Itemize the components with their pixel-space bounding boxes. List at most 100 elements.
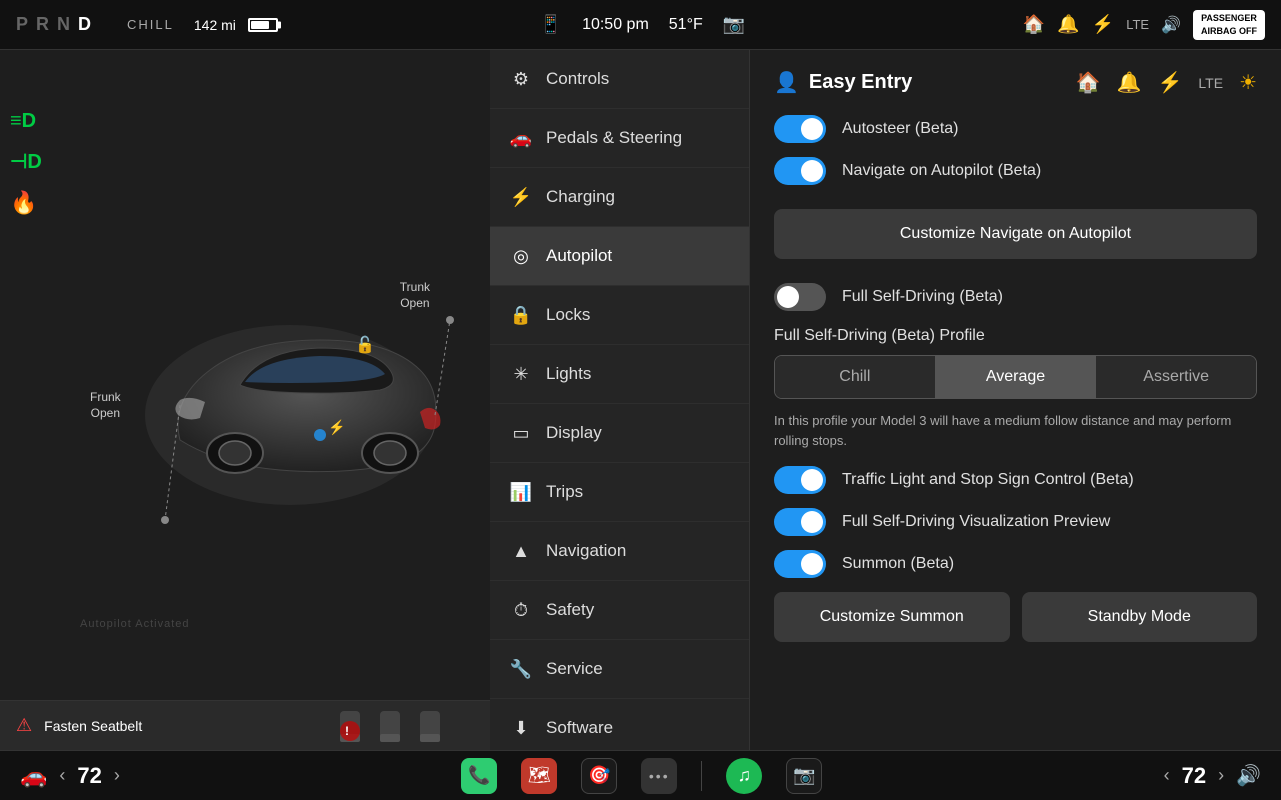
right-panel: 👤 Easy Entry 🏠 🔔 ⚡ LTE ☀ Autosteer (Beta… — [750, 50, 1281, 750]
bottom-divider — [701, 761, 702, 791]
signal-panel-icon: LTE — [1198, 75, 1223, 91]
profile-chill-button[interactable]: Chill — [775, 356, 936, 398]
screen-icon[interactable]: 📱 — [540, 14, 562, 35]
top-bar-center: 📱 10:50 pm 51°F 📷 — [278, 14, 1007, 35]
navigate-autopilot-row: Navigate on Autopilot (Beta) — [774, 157, 1257, 185]
menu-item-display[interactable]: ▭ Display — [490, 404, 749, 463]
menu-item-lights[interactable]: ✳ Lights — [490, 345, 749, 404]
menu-item-autopilot[interactable]: ◎ Autopilot — [490, 227, 749, 286]
locks-label: Locks — [546, 305, 590, 325]
left-panel: ≡D ⊣D 🔥 Frunk Open Trunk Open — [0, 50, 490, 750]
profile-assertive-button[interactable]: Assertive — [1096, 356, 1256, 398]
top-bar-right: 🏠 🔔 ⚡ LTE 🔊 PASSENGER AIRBAG OFF — [1007, 10, 1281, 40]
summon-toggle[interactable] — [774, 550, 826, 578]
autopilot-icon: ◎ — [510, 245, 532, 267]
traffic-light-label: Traffic Light and Stop Sign Control (Bet… — [842, 471, 1134, 489]
menu-item-service[interactable]: 🔧 Service — [490, 640, 749, 699]
menu-item-navigation[interactable]: ▲ Navigation — [490, 522, 749, 581]
gear-r[interactable]: R — [36, 14, 49, 35]
traffic-light-toggle[interactable] — [774, 466, 826, 494]
navigation-icon: ▲ — [510, 540, 532, 562]
bottom-buttons: Customize Summon Standby Mode — [774, 592, 1257, 642]
trips-icon: 📊 — [510, 481, 532, 503]
trunk-label: Trunk Open — [400, 280, 430, 311]
home-panel-icon[interactable]: 🏠 — [1076, 70, 1101, 95]
display-icon: ▭ — [510, 422, 532, 444]
fsd-profile-buttons: Chill Average Assertive — [774, 355, 1257, 399]
standby-mode-button[interactable]: Standby Mode — [1022, 592, 1258, 642]
display-label: Display — [546, 423, 602, 443]
bottom-right-section: ‹ 72 › 🔊 — [1164, 763, 1261, 789]
customize-navigate-button[interactable]: Customize Navigate on Autopilot — [774, 209, 1257, 259]
app-phone[interactable]: 📞 — [461, 758, 497, 794]
fsd-viz-toggle[interactable] — [774, 508, 826, 536]
right-panel-title: 👤 Easy Entry — [774, 70, 912, 95]
left-temp: 72 — [77, 763, 101, 789]
app-spotify[interactable]: ♫ — [726, 758, 762, 794]
fsd-toggle[interactable] — [774, 283, 826, 311]
menu-item-charging[interactable]: ⚡ Charging — [490, 168, 749, 227]
navigation-label: Navigation — [546, 541, 626, 561]
car-bottom-icon[interactable]: 🚗 — [20, 763, 47, 789]
bell-panel-icon[interactable]: 🔔 — [1117, 70, 1142, 95]
volume-icon[interactable]: 🔊 — [1161, 15, 1181, 35]
gear-n[interactable]: N — [57, 14, 70, 35]
volume-bottom-icon[interactable]: 🔊 — [1236, 763, 1261, 788]
profile-average-button[interactable]: Average — [936, 356, 1097, 398]
app-maps[interactable]: 🗺 — [521, 758, 557, 794]
home-icon[interactable]: 🏠 — [1023, 14, 1045, 35]
navigate-autopilot-label: Navigate on Autopilot (Beta) — [842, 162, 1041, 180]
trips-label: Trips — [546, 482, 583, 502]
bottom-bar: 🚗 ‹ 72 › 📞 🗺 🎯 ••• ♫ 📷 ‹ 72 › 🔊 — [0, 750, 1281, 800]
customize-summon-button[interactable]: Customize Summon — [774, 592, 1010, 642]
signal-icon: LTE — [1126, 17, 1149, 32]
charging-label: Charging — [546, 187, 615, 207]
temperature: 51°F — [669, 16, 703, 34]
bottom-center: 📞 🗺 🎯 ••• ♫ 📷 — [461, 758, 822, 794]
indicator-3: 🔥 — [10, 190, 42, 216]
menu-item-safety[interactable]: ⏱ Safety — [490, 581, 749, 640]
right-panel-header: 👤 Easy Entry 🏠 🔔 ⚡ LTE ☀ — [774, 70, 1257, 95]
brightness-icon[interactable]: ☀ — [1239, 70, 1257, 95]
temp-right-up-arrow[interactable]: › — [1218, 765, 1224, 786]
temp-left-down-arrow[interactable]: ‹ — [59, 765, 65, 786]
app-dots[interactable]: ••• — [641, 758, 677, 794]
temp-right-down-arrow[interactable]: ‹ — [1164, 765, 1170, 786]
app-camera[interactable]: 📷 — [786, 758, 822, 794]
autopilot-watermark: Autopilot Activated — [80, 618, 190, 630]
bt-panel-icon[interactable]: ⚡ — [1158, 70, 1183, 95]
car-view: Frunk Open Trunk Open — [60, 100, 480, 700]
gear-p[interactable]: P — [16, 14, 28, 35]
phone-icon: 📞 — [468, 765, 490, 786]
safety-icon: ⏱ — [510, 599, 532, 621]
software-icon: ⬇ — [510, 717, 532, 739]
summon-label: Summon (Beta) — [842, 555, 954, 573]
clock: 10:50 pm — [582, 16, 649, 34]
bell-icon[interactable]: 🔔 — [1057, 14, 1079, 35]
safety-label: Safety — [546, 600, 594, 620]
camera-icon[interactable]: 📷 — [723, 14, 745, 35]
gear-selector[interactable]: P R N D — [0, 14, 107, 35]
charging-icon: ⚡ — [510, 186, 532, 208]
app-target[interactable]: 🎯 — [581, 758, 617, 794]
passenger-warning: PASSENGER AIRBAG OFF — [1193, 10, 1265, 40]
menu-item-pedals[interactable]: 🚗 Pedals & Steering — [490, 109, 749, 168]
menu-item-trips[interactable]: 📊 Trips — [490, 463, 749, 522]
lights-label: Lights — [546, 364, 591, 384]
navigate-autopilot-toggle[interactable] — [774, 157, 826, 185]
temp-left-up-arrow[interactable]: › — [114, 765, 120, 786]
locks-icon: 🔒 — [510, 304, 532, 326]
autosteer-toggle[interactable] — [774, 115, 826, 143]
pedals-label: Pedals & Steering — [546, 128, 682, 148]
svg-text:⚡: ⚡ — [328, 419, 345, 436]
bluetooth-icon[interactable]: ⚡ — [1092, 14, 1114, 35]
service-label: Service — [546, 659, 603, 679]
fsd-label: Full Self-Driving (Beta) — [842, 288, 1003, 306]
menu-item-locks[interactable]: 🔒 Locks — [490, 286, 749, 345]
gear-d[interactable]: D — [78, 14, 91, 35]
autopilot-label: Autopilot — [546, 246, 612, 266]
menu-item-software[interactable]: ⬇ Software — [490, 699, 749, 750]
indicator-1: ≡D — [10, 110, 42, 133]
menu-item-controls[interactable]: ⚙ Controls — [490, 50, 749, 109]
service-icon: 🔧 — [510, 658, 532, 680]
